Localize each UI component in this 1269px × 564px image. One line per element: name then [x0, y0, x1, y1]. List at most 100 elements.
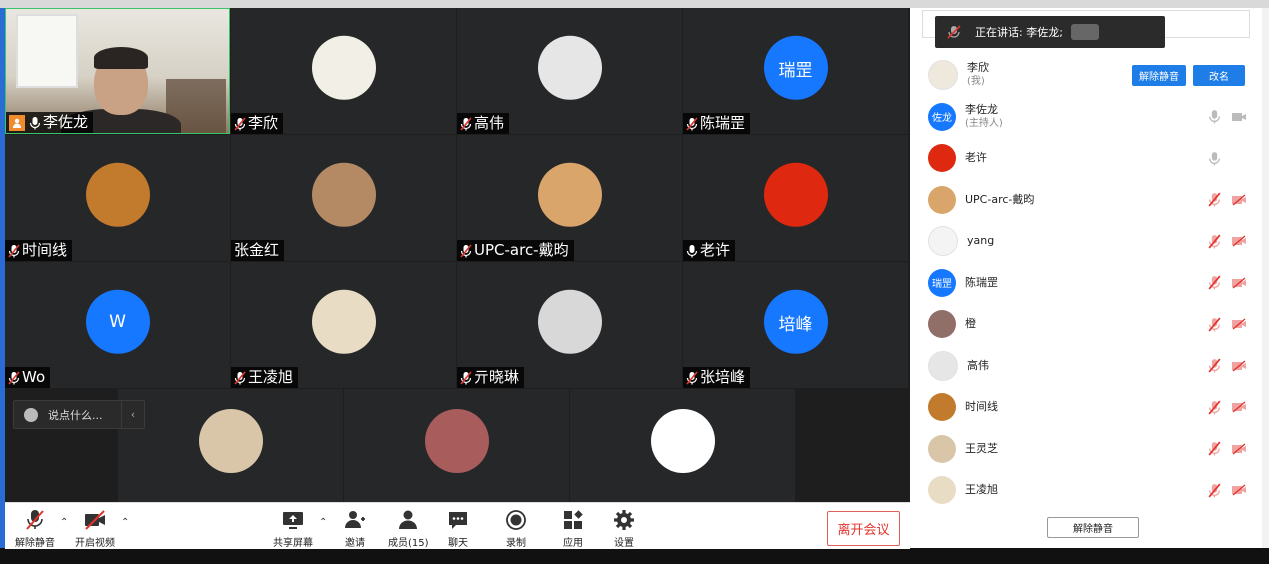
- unmute-button[interactable]: 解除静音: [15, 509, 55, 549]
- avatar: 瑞罡: [928, 268, 956, 297]
- share-screen-button[interactable]: 共享屏幕: [273, 509, 313, 549]
- settings-button[interactable]: 设置: [613, 509, 635, 549]
- video-tile[interactable]: 王凌旭: [231, 262, 456, 388]
- avatar: [928, 434, 956, 463]
- muted-mic-icon: [1208, 234, 1221, 248]
- mic-icon: [686, 244, 698, 257]
- tile-name-label: 李欣: [231, 113, 284, 134]
- video-tile[interactable]: 张金红: [231, 135, 456, 261]
- video-tile[interactable]: 高伟: [457, 8, 682, 134]
- chat-button[interactable]: 聊天: [447, 509, 469, 549]
- camera-off-icon: [1232, 235, 1246, 247]
- video-tile[interactable]: 李佐龙: [5, 8, 230, 134]
- participant-name: 陈瑞罡: [700, 114, 746, 132]
- participant-status: [1208, 441, 1247, 456]
- video-options-caret[interactable]: ⌃: [121, 517, 129, 528]
- avatar: [928, 350, 958, 381]
- start-video-label: 开启视频: [75, 538, 115, 549]
- emoji-icon[interactable]: [24, 407, 38, 422]
- taskbar-strip: [0, 548, 1269, 564]
- participant-name: 亓晓琳: [474, 368, 520, 386]
- video-tile[interactable]: [570, 389, 795, 502]
- participant-row[interactable]: 时间线: [928, 387, 1253, 427]
- participant-info: 陈瑞罡: [965, 276, 998, 290]
- camera-off-icon: [1232, 193, 1246, 206]
- record-button[interactable]: 录制: [505, 509, 527, 549]
- rename-button[interactable]: 改名: [1193, 64, 1245, 86]
- participant-status: [1208, 358, 1247, 373]
- participant-name: 王凌旭: [248, 368, 294, 386]
- participant-name: UPC-arc-戴昀: [474, 241, 569, 259]
- participant-info: UPC-arc-戴昀: [965, 193, 1034, 207]
- panel-scrollbar[interactable]: [1262, 8, 1269, 548]
- invite-button[interactable]: 邀请: [344, 509, 366, 549]
- video-tile[interactable]: 瑞罡 陈瑞罡: [683, 8, 908, 134]
- tile-name-label: 陈瑞罡: [683, 113, 751, 134]
- tile-name-label: UPC-arc-戴昀: [457, 240, 574, 261]
- video-tile[interactable]: 时间线: [5, 135, 230, 261]
- participant-name: 王灵芝: [965, 441, 998, 455]
- start-video-button[interactable]: 开启视频: [75, 509, 115, 549]
- avatar-initials: 佐龙: [932, 113, 952, 124]
- participant-row[interactable]: 王灵芝: [928, 429, 1253, 469]
- muted-mic-icon: [8, 370, 20, 385]
- participants-panel: 正在讲话: 李佐龙; 李欣 (我) 解除静音 改名 佐龙 李佐龙 (主持人) 老许 UPC-ar…: [910, 8, 1262, 548]
- muted-mic-icon: [1208, 317, 1221, 331]
- participant-row[interactable]: 老许: [928, 138, 1253, 178]
- collapse-chevron-icon[interactable]: ‹: [121, 401, 144, 428]
- video-tile[interactable]: W Wo: [5, 262, 230, 388]
- video-tile[interactable]: [118, 389, 343, 502]
- avatar: [928, 144, 956, 172]
- video-tile[interactable]: 培峰 张培峰: [683, 262, 908, 388]
- video-tile[interactable]: 老许: [683, 135, 908, 261]
- tile-name-label: 王凌旭: [231, 367, 299, 388]
- avatar: [198, 409, 263, 473]
- participant-row[interactable]: yang: [928, 221, 1253, 261]
- apps-icon: [564, 510, 583, 529]
- video-tile[interactable]: 李欣: [231, 8, 456, 134]
- participant-name: 高伟: [474, 114, 505, 132]
- participant-row[interactable]: 李欣 (我) 解除静音 改名: [928, 55, 1253, 95]
- video-tile[interactable]: UPC-arc-戴昀: [457, 135, 682, 261]
- participant-row[interactable]: 瑞罡 陈瑞罡: [928, 263, 1253, 303]
- muted-mic-icon: [460, 116, 472, 131]
- members-button[interactable]: 成员(15): [388, 509, 429, 549]
- participant-name: 王凌旭: [965, 483, 998, 496]
- avatar: 瑞罡: [763, 35, 828, 100]
- apps-button[interactable]: 应用: [562, 509, 584, 549]
- participant-name: 高伟: [967, 358, 989, 372]
- participant-name: 橙: [965, 317, 976, 330]
- participant-status: [1208, 275, 1247, 290]
- participant-name: 老许: [700, 241, 731, 259]
- camera-off-icon: [1232, 401, 1246, 413]
- avatar: [928, 393, 956, 421]
- participant-name: 张金红: [234, 241, 280, 259]
- participant-row[interactable]: 高伟: [928, 346, 1253, 386]
- participant-row[interactable]: 佐龙 李佐龙 (主持人): [928, 97, 1253, 137]
- participant-status: [1208, 192, 1247, 207]
- audio-options-caret[interactable]: ⌃: [60, 517, 68, 528]
- participant-row[interactable]: UPC-arc-戴昀: [928, 180, 1253, 220]
- tile-name-label: 高伟: [457, 113, 510, 134]
- muted-mic-icon: [947, 25, 961, 39]
- participant-row[interactable]: 橙: [928, 304, 1253, 344]
- avatar: [537, 35, 602, 100]
- gear-icon: [614, 510, 634, 530]
- panel-unmute-button[interactable]: 解除静音: [1047, 517, 1139, 538]
- video-tile[interactable]: [344, 389, 569, 502]
- muted-mic-icon: [1208, 275, 1221, 290]
- avatar: [928, 60, 958, 90]
- chat-input[interactable]: 说点什么... ‹: [13, 400, 145, 429]
- leave-meeting-button[interactable]: 离开会议: [827, 511, 900, 546]
- video-tile[interactable]: 亓晓琳: [457, 262, 682, 388]
- muted-mic-icon: [1208, 483, 1221, 497]
- avatar: [537, 289, 602, 354]
- share-options-caret[interactable]: ⌃: [319, 517, 327, 528]
- participant-status: [1208, 317, 1247, 332]
- invite-label: 邀请: [345, 538, 365, 549]
- participant-name: 李佐龙: [43, 113, 89, 131]
- video-off-icon: [85, 510, 105, 530]
- participant-row[interactable]: 王凌旭: [928, 470, 1253, 510]
- self-unmute-button[interactable]: 解除静音: [1132, 64, 1186, 86]
- tile-name-label: 张培峰: [683, 367, 751, 388]
